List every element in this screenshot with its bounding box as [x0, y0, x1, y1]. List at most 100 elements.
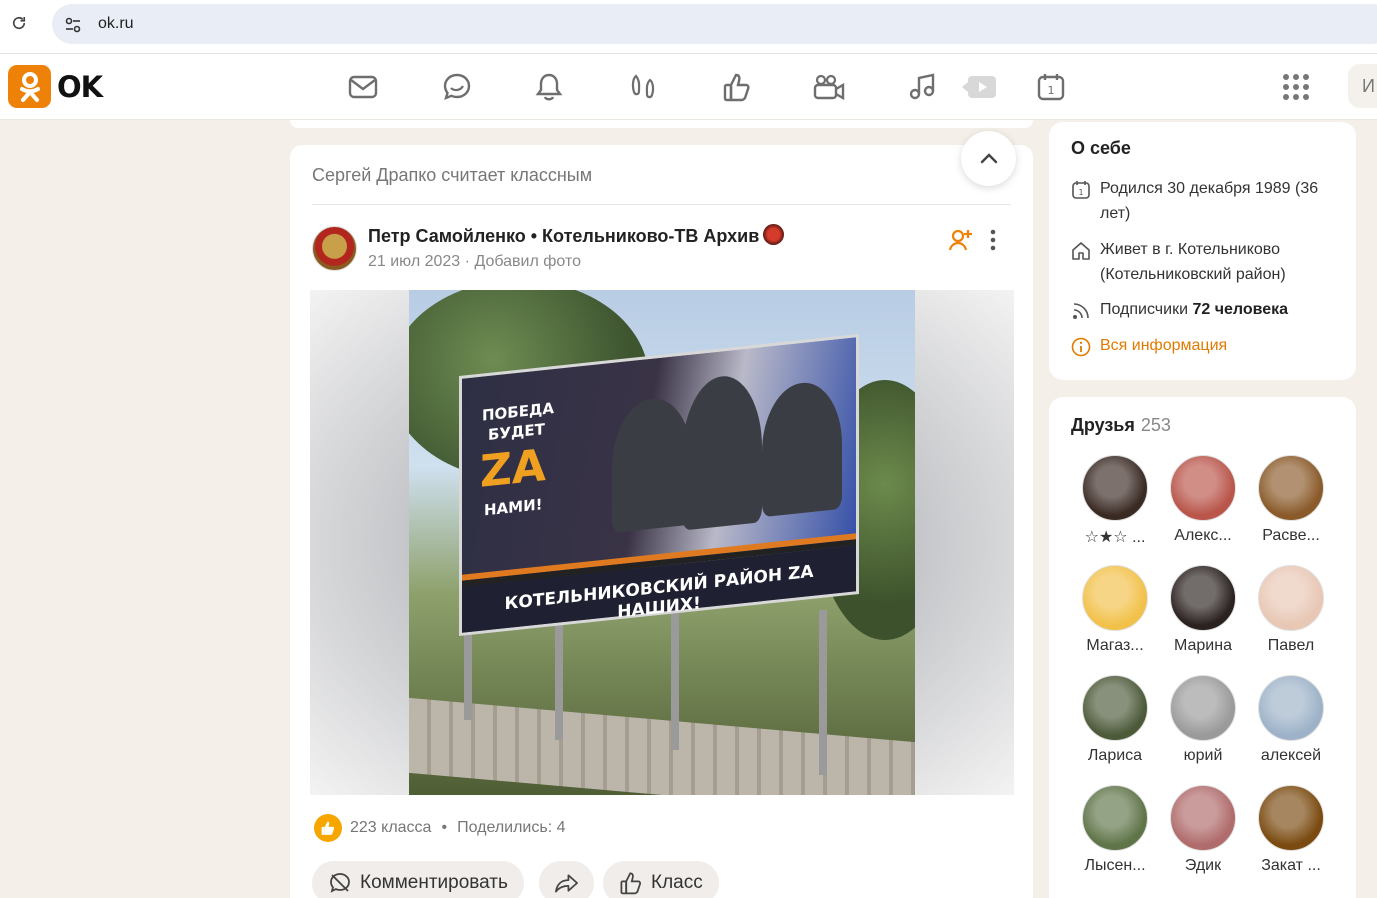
billboard-figure [682, 372, 762, 531]
friend-avatar[interactable] [1170, 785, 1236, 851]
friend-avatar[interactable] [1170, 675, 1236, 741]
friend-avatar[interactable] [1082, 455, 1148, 521]
mail-icon[interactable] [346, 70, 380, 104]
video-play-icon[interactable] [962, 70, 1000, 104]
friend-avatar[interactable] [1082, 565, 1148, 631]
reload-icon[interactable] [8, 12, 30, 34]
post-activity-text: Сергей Драпко считает классным [312, 165, 593, 185]
post-date[interactable]: 21 июл 2023 [368, 253, 460, 270]
friend-name[interactable]: ☆★☆ ... [1073, 527, 1157, 547]
friend-avatar[interactable] [1258, 785, 1324, 851]
calendar-icon[interactable]: 1 [1034, 70, 1068, 104]
apps-grid-icon[interactable] [1281, 72, 1311, 102]
previous-post-card [290, 120, 1033, 128]
friends-count[interactable]: 253 [1141, 415, 1171, 435]
guests-icon[interactable] [626, 70, 660, 104]
thumbs-up-icon [620, 872, 641, 895]
friend-name[interactable]: Магаз... [1073, 637, 1157, 655]
friend-name[interactable]: Павел [1249, 637, 1333, 655]
photo-image[interactable]: ПОБЕДА БУДЕТ ZA НАМИ! КОТЕЛЬНИКОВСКИЙ РА… [409, 290, 915, 795]
friend-avatar[interactable] [1258, 455, 1324, 521]
post-photo[interactable]: ПОБЕДА БУДЕТ ZA НАМИ! КОТЕЛЬНИКОВСКИЙ РА… [310, 290, 1014, 795]
all-info-text[interactable]: Вся информация [1100, 337, 1227, 354]
about-title: О себе [1071, 138, 1131, 158]
friend-name[interactable]: алексей [1249, 747, 1333, 765]
scroll-up-button[interactable] [961, 131, 1016, 186]
all-info-link[interactable]: Вся информация [1071, 333, 1341, 358]
friend-item[interactable]: Павел [1249, 565, 1333, 655]
author-name-text[interactable]: Петр Самойленко • Котельниково-ТВ Архив [368, 226, 759, 246]
more-options-icon[interactable] [983, 227, 1003, 253]
site-settings-icon[interactable] [62, 14, 84, 36]
svg-text:1: 1 [1048, 84, 1055, 97]
meta-separator: · [464, 253, 470, 270]
comment-button[interactable]: Комментировать [312, 861, 524, 898]
ok-logo-icon [8, 65, 51, 108]
chat-icon[interactable] [440, 70, 474, 104]
home-icon [1071, 241, 1093, 263]
info-icon [1071, 337, 1093, 359]
bell-icon[interactable] [532, 70, 566, 104]
divider [312, 204, 1011, 205]
friend-item[interactable]: Лариса [1073, 675, 1157, 765]
likes-count[interactable]: 223 класса [350, 819, 431, 837]
billboard-figure [762, 378, 842, 518]
about-card: О себе 1 Родился 30 декабря 1989 (36 лет… [1049, 122, 1356, 380]
about-subscribers[interactable]: Подписчики 72 человека [1071, 297, 1341, 322]
friend-item[interactable]: алексей [1249, 675, 1333, 765]
ok-logo[interactable]: OK [8, 65, 103, 108]
author-name[interactable]: Петр Самойленко • Котельниково-ТВ Архив [368, 224, 785, 247]
friend-avatar[interactable] [1082, 675, 1148, 741]
music-icon[interactable] [906, 70, 940, 104]
friend-item[interactable]: Расве... [1249, 455, 1333, 545]
svg-text:1: 1 [1078, 188, 1083, 197]
like-icon[interactable] [720, 70, 754, 104]
search-input[interactable]: И [1348, 64, 1377, 108]
friend-item[interactable]: юрий [1161, 675, 1245, 765]
friends-title[interactable]: Друзья 253 [1071, 415, 1171, 436]
friend-avatar[interactable] [1082, 785, 1148, 851]
url-text[interactable]: ok.ru [98, 15, 134, 33]
post-meta: 21 июл 2023 · Добавил фото [368, 253, 581, 271]
like-button[interactable]: Класс [603, 861, 719, 898]
like-count-icon [314, 814, 342, 842]
rss-icon [1071, 301, 1093, 323]
friend-name[interactable]: Закат ... [1249, 857, 1333, 875]
billboard-za: ZA [480, 439, 546, 498]
friend-name[interactable]: Расве... [1249, 527, 1333, 545]
friend-name[interactable]: Марина [1161, 637, 1245, 655]
friend-avatar[interactable] [1170, 455, 1236, 521]
address-bar[interactable] [52, 4, 1377, 44]
friend-item[interactable]: Закат ... [1249, 785, 1333, 875]
billboard-pole [671, 610, 679, 750]
logo-text: OK [57, 69, 103, 104]
shares-count[interactable]: Поделились: 4 [457, 819, 565, 837]
friend-name[interactable]: Лариса [1073, 747, 1157, 765]
author-avatar[interactable] [312, 226, 357, 271]
billboard-line3: НАМИ! [484, 495, 543, 520]
friend-item[interactable]: ☆★☆ ... [1073, 455, 1157, 547]
share-button[interactable] [539, 861, 594, 898]
video-icon[interactable] [812, 70, 846, 104]
friend-name[interactable]: Лысен... [1073, 857, 1157, 875]
friend-item[interactable]: Марина [1161, 565, 1245, 655]
friend-name[interactable]: Эдик [1161, 857, 1245, 875]
friend-item[interactable]: Эдик [1161, 785, 1245, 875]
friend-avatar[interactable] [1258, 675, 1324, 741]
browser-toolbar: ok.ru [0, 0, 1377, 54]
friend-name[interactable]: юрий [1161, 747, 1245, 765]
about-birthday: 1 Родился 30 декабря 1989 (36 лет) [1071, 176, 1341, 226]
friends-title-text[interactable]: Друзья [1071, 415, 1135, 435]
subscribers-value[interactable]: 72 человека [1192, 301, 1288, 318]
friend-avatar[interactable] [1170, 565, 1236, 631]
chevron-up-icon [980, 152, 997, 163]
comment-disabled-icon [330, 873, 350, 893]
add-friend-icon[interactable] [948, 227, 974, 253]
friend-item[interactable]: Алекс... [1161, 455, 1245, 545]
about-location: Живет в г. Котельниково (Котельниковский… [1071, 237, 1341, 287]
friend-item[interactable]: Магаз... [1073, 565, 1157, 655]
friend-item[interactable]: Лысен... [1073, 785, 1157, 875]
friend-avatar[interactable] [1258, 565, 1324, 631]
site-header: OK 1 И [0, 54, 1377, 120]
friend-name[interactable]: Алекс... [1161, 527, 1245, 545]
